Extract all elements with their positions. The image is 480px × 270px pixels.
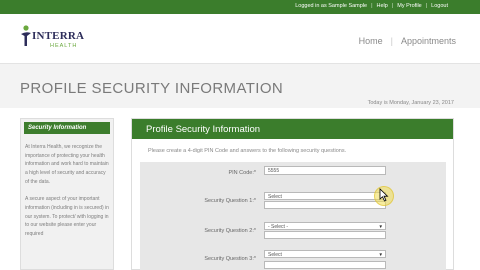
nav-home-link[interactable]: Home — [359, 36, 383, 46]
nav-appointments-link[interactable]: Appointments — [401, 36, 456, 46]
sidebar-paragraph: A secure aspect of your important inform… — [25, 196, 109, 238]
sidebar-header-label: Security Information — [28, 125, 87, 131]
sidebar: Security Information At Interra Health, … — [20, 118, 114, 270]
instructions-text: Please create a 4-digit PIN Code and ans… — [148, 148, 347, 154]
security-question-2-select[interactable]: - Select - ▼ — [264, 222, 386, 230]
main-nav: Home | Appointments — [359, 36, 456, 46]
main-nav-separator: | — [390, 36, 393, 46]
top-nav-separator: | — [425, 3, 428, 9]
security-question-3-label: Security Question 3:* — [204, 256, 256, 262]
sidebar-text: At Interra Health, we recognize the impo… — [25, 143, 111, 247]
security-answer-2-input[interactable] — [264, 231, 386, 239]
panel-header: Profile Security Information — [132, 119, 453, 139]
security-question-1-select[interactable]: Select ▼ — [264, 192, 386, 200]
top-nav: Logged in as Sample Sample | Help | My P… — [295, 3, 448, 9]
top-nav-separator: | — [391, 3, 394, 9]
security-form: PIN Code:* 5555 Security Question 1:* Se… — [140, 162, 446, 270]
profile-security-panel: Profile Security Information Please crea… — [131, 118, 454, 270]
security-question-2-value: - Select - — [268, 224, 289, 230]
logo-subtitle: HEALTH — [50, 43, 78, 49]
security-question-1-row: Security Question 1:* Select ▼ — [140, 191, 446, 213]
security-answer-1-input[interactable] — [264, 201, 386, 209]
security-question-1-value: Select — [268, 194, 282, 200]
security-question-2-row: Security Question 2:* - Select - ▼ — [140, 221, 446, 243]
pin-label: PIN Code:* — [228, 170, 256, 176]
security-question-3-select[interactable]: Select ▼ — [264, 250, 386, 258]
mouse-pointer-icon — [379, 188, 389, 202]
security-question-1-label: Security Question 1:* — [204, 198, 256, 204]
sidebar-header: Security Information — [24, 122, 110, 134]
site-header: INTERRA HEALTH Home | Appointments — [0, 14, 480, 64]
security-question-3-row: Security Question 3:* Select ▼ — [140, 249, 446, 270]
security-question-3-value: Select — [268, 252, 282, 258]
pin-row: PIN Code:* 5555 — [140, 166, 446, 188]
chevron-down-icon: ▼ — [378, 252, 383, 257]
my-profile-link[interactable]: My Profile — [397, 3, 421, 9]
logout-link[interactable]: Logout — [431, 3, 448, 9]
chevron-down-icon: ▼ — [378, 224, 383, 229]
help-link[interactable]: Help — [377, 3, 388, 9]
person-logo-icon — [21, 25, 31, 46]
page-title: PROFILE SECURITY INFORMATION — [20, 80, 284, 97]
panel-title: Profile Security Information — [146, 124, 261, 135]
security-answer-3-input[interactable] — [264, 261, 386, 269]
logo-name: INTERRA — [32, 30, 85, 42]
logged-in-text: Logged in as Sample Sample — [295, 3, 368, 9]
security-question-2-label: Security Question 2:* — [204, 228, 256, 234]
top-bar: Logged in as Sample Sample | Help | My P… — [0, 0, 480, 14]
logo[interactable]: INTERRA HEALTH — [20, 24, 90, 54]
top-nav-separator: | — [371, 3, 373, 9]
date-text: Today is Monday, January 23, 2017 — [367, 100, 454, 106]
pin-input[interactable]: 5555 — [264, 166, 386, 175]
sidebar-paragraph: At Interra Health, we recognize the impo… — [25, 144, 109, 185]
